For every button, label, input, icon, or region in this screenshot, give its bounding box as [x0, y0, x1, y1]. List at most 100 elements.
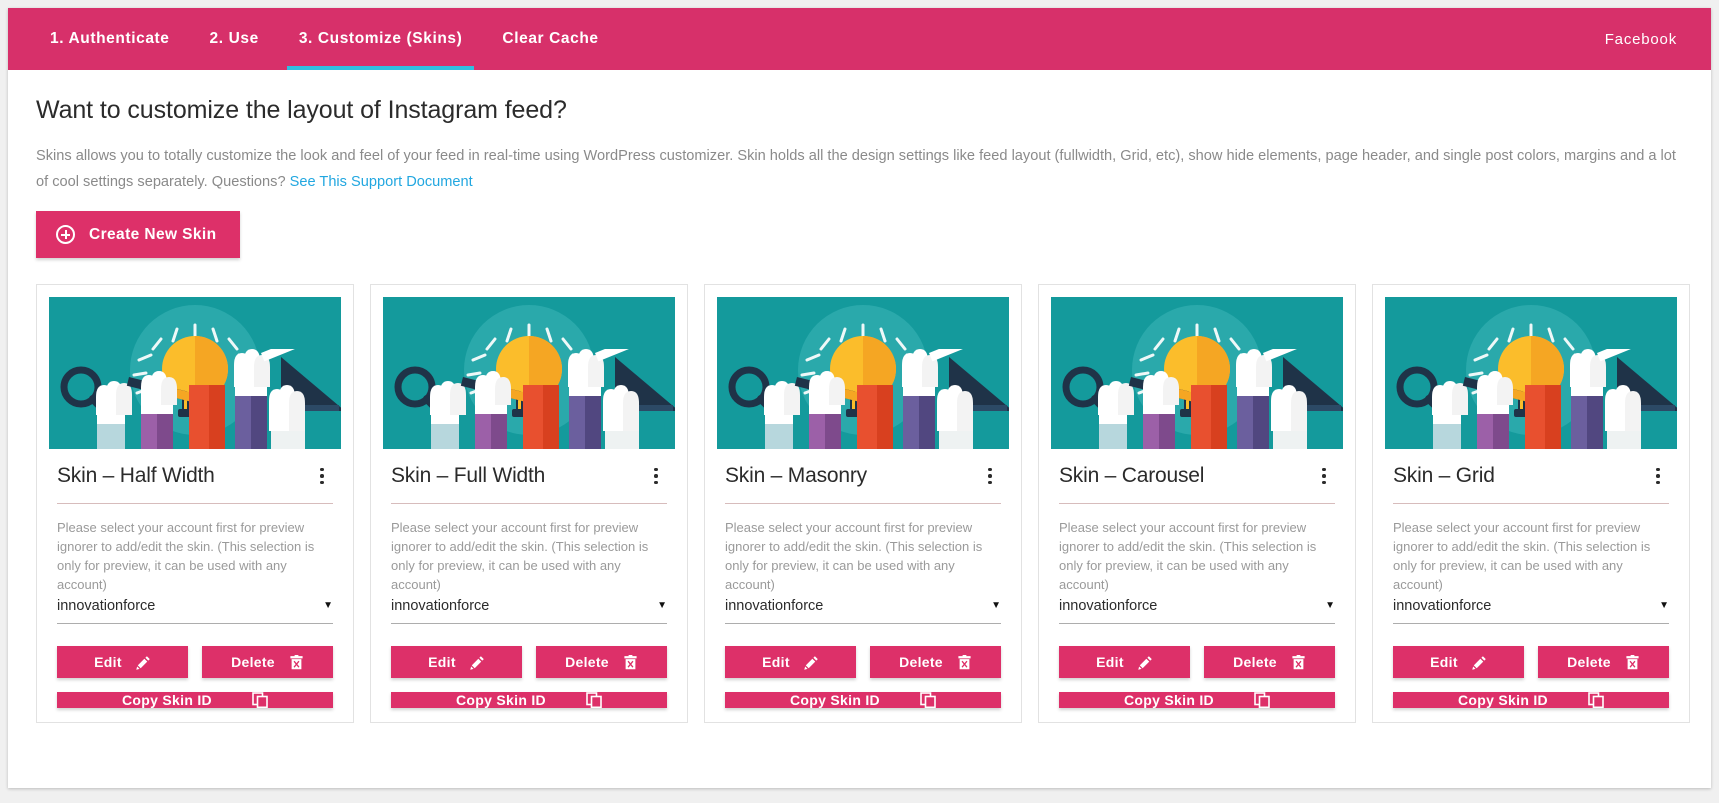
account-select-value: innovationforce	[57, 598, 156, 614]
more-options-icon[interactable]	[1647, 463, 1669, 489]
delete-button[interactable]: Delete	[536, 646, 667, 678]
edit-button[interactable]: Edit	[1059, 646, 1190, 678]
delete-button[interactable]: Delete	[1538, 646, 1669, 678]
nav-tabs: 1. Authenticate 2. Use 3. Customize (Ski…	[42, 8, 619, 70]
copy-skin-id-button[interactable]: Copy Skin ID	[725, 692, 1001, 708]
copy-skin-id-button[interactable]: Copy Skin ID	[391, 692, 667, 708]
skin-preview-image	[49, 297, 341, 449]
card-action-buttons: Edit Delete	[1059, 646, 1335, 678]
pencil-icon	[470, 655, 484, 670]
illustration-hands-tools	[1062, 349, 1343, 449]
skin-card-header: Skin – Masonry	[717, 449, 1009, 489]
edit-label: Edit	[428, 654, 456, 670]
skin-card-description: Please select your account first for pre…	[725, 520, 983, 592]
top-navigation-bar: 1. Authenticate 2. Use 3. Customize (Ski…	[8, 8, 1711, 70]
skin-card-5: Skin – Grid Please select your account f…	[1372, 284, 1690, 723]
copy-skin-id-label: Copy Skin ID	[1458, 692, 1548, 708]
chevron-down-icon: ▼	[991, 600, 1001, 611]
pencil-icon	[1138, 655, 1152, 670]
page-title: Want to customize the layout of Instagra…	[36, 96, 567, 124]
account-select[interactable]: innovationforce ▼	[725, 598, 1001, 624]
tab-use[interactable]: 2. Use	[190, 8, 279, 70]
edit-button[interactable]: Edit	[725, 646, 856, 678]
illustration-hands-tools	[1396, 349, 1677, 449]
tab-customize-skins[interactable]: 3. Customize (Skins)	[279, 8, 483, 70]
skin-card-description: Please select your account first for pre…	[1059, 520, 1317, 592]
edit-label: Edit	[94, 654, 122, 670]
account-select[interactable]: innovationforce ▼	[1059, 598, 1335, 624]
skin-card-header: Skin – Carousel	[1051, 449, 1343, 489]
skin-card-header: Skin – Grid	[1385, 449, 1677, 489]
illustration-hands-tools	[728, 349, 1009, 449]
main-content: Want to customize the layout of Instagra…	[8, 70, 1711, 743]
copy-icon	[920, 692, 936, 708]
copy-skin-id-label: Copy Skin ID	[790, 692, 880, 708]
copy-icon	[1254, 692, 1270, 708]
more-options-icon[interactable]	[1313, 463, 1335, 489]
app-frame: 1. Authenticate 2. Use 3. Customize (Ski…	[8, 8, 1711, 788]
skin-card-title: Skin – Grid	[1393, 464, 1495, 487]
skin-card-description: Please select your account first for pre…	[391, 520, 649, 592]
delete-button[interactable]: Delete	[870, 646, 1001, 678]
delete-label: Delete	[565, 654, 609, 670]
create-new-skin-label: Create New Skin	[89, 225, 217, 243]
copy-skin-id-button[interactable]: Copy Skin ID	[1059, 692, 1335, 708]
account-select[interactable]: innovationforce ▼	[1393, 598, 1669, 624]
delete-label: Delete	[1233, 654, 1277, 670]
skin-preview-image	[1051, 297, 1343, 449]
tab-authenticate[interactable]: 1. Authenticate	[42, 8, 190, 70]
page-description: Skins allows you to totally customize th…	[36, 143, 1683, 195]
account-select[interactable]: innovationforce ▼	[57, 598, 333, 624]
skin-card-header: Skin – Half Width	[49, 449, 341, 489]
copy-skin-id-button[interactable]: Copy Skin ID	[1393, 692, 1669, 708]
account-select-value: innovationforce	[1059, 598, 1158, 614]
copy-icon	[252, 692, 268, 708]
pencil-icon	[136, 655, 150, 670]
edit-button[interactable]: Edit	[391, 646, 522, 678]
account-select-value: innovationforce	[725, 598, 824, 614]
more-options-icon[interactable]	[645, 463, 667, 489]
delete-label: Delete	[899, 654, 943, 670]
app-page: 1. Authenticate 2. Use 3. Customize (Ski…	[0, 0, 1719, 803]
illustration-hands-tools	[394, 349, 675, 449]
skin-card-description: Please select your account first for pre…	[1393, 520, 1651, 592]
skin-card-title: Skin – Half Width	[57, 464, 215, 487]
skin-card-title: Skin – Carousel	[1059, 464, 1205, 487]
more-options-icon[interactable]	[311, 463, 333, 489]
skin-cards-list: Skin – Half Width Please select your acc…	[36, 284, 1690, 743]
edit-label: Edit	[1096, 654, 1124, 670]
trash-icon	[1292, 654, 1305, 669]
skin-preview-image	[383, 297, 675, 449]
account-select-value: innovationforce	[1393, 598, 1492, 614]
trash-icon	[958, 654, 971, 669]
skin-preview-image	[1385, 297, 1677, 449]
edit-button[interactable]: Edit	[1393, 646, 1524, 678]
create-new-skin-button[interactable]: Create New Skin	[36, 211, 241, 258]
copy-icon	[586, 692, 602, 708]
page-description-text: Skins allows you to totally customize th…	[36, 148, 1676, 190]
tab-clear-cache[interactable]: Clear Cache	[482, 8, 618, 70]
card-action-buttons: Edit Delete	[1393, 646, 1669, 678]
skin-preview-image	[717, 297, 1009, 449]
delete-button[interactable]: Delete	[202, 646, 333, 678]
plus-circle-icon	[56, 225, 75, 244]
chevron-down-icon: ▼	[657, 600, 667, 611]
chevron-down-icon: ▼	[1659, 600, 1669, 611]
copy-skin-id-label: Copy Skin ID	[122, 692, 212, 708]
trash-icon	[290, 654, 303, 669]
delete-label: Delete	[1567, 654, 1611, 670]
delete-button[interactable]: Delete	[1204, 646, 1335, 678]
skin-card-description: Please select your account first for pre…	[57, 520, 315, 592]
skin-card-title: Skin – Masonry	[725, 464, 867, 487]
copy-icon	[1588, 692, 1604, 708]
card-action-buttons: Edit Delete	[391, 646, 667, 678]
facebook-link[interactable]: Facebook	[1605, 31, 1685, 48]
account-select-value: innovationforce	[391, 598, 490, 614]
edit-button[interactable]: Edit	[57, 646, 188, 678]
copy-skin-id-button[interactable]: Copy Skin ID	[57, 692, 333, 708]
chevron-down-icon: ▼	[323, 600, 333, 611]
skin-card-title: Skin – Full Width	[391, 464, 546, 487]
more-options-icon[interactable]	[979, 463, 1001, 489]
account-select[interactable]: innovationforce ▼	[391, 598, 667, 624]
support-document-link[interactable]: See This Support Document	[290, 174, 473, 190]
